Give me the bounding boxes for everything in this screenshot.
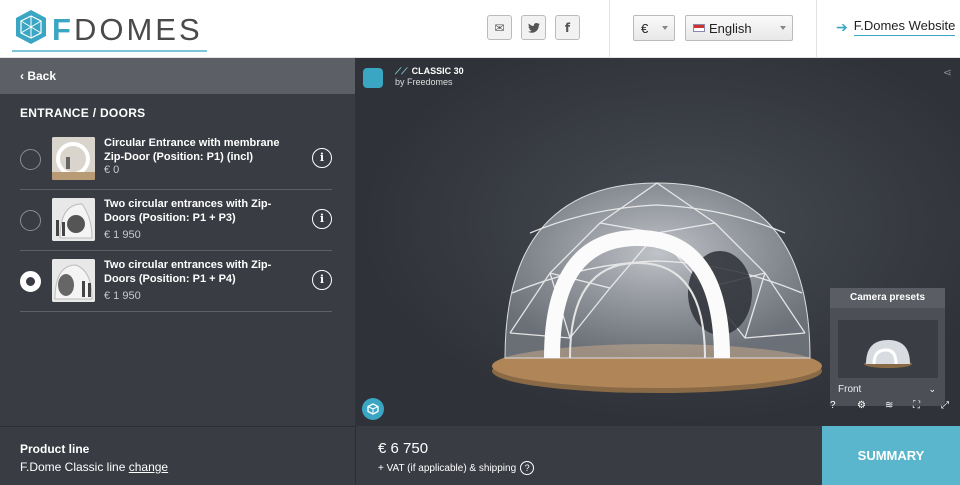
help-icon[interactable]: ? bbox=[830, 400, 836, 411]
chevron-down-icon bbox=[780, 26, 786, 30]
product-line-value: F.Dome Classic line change bbox=[20, 460, 169, 474]
radio-button[interactable] bbox=[20, 149, 41, 170]
section-title: ENTRANCE / DOORS bbox=[20, 106, 146, 120]
price-section: € 6 750 + VAT (if applicable) & shipping… bbox=[355, 426, 822, 485]
currency-value: € bbox=[641, 20, 649, 36]
website-link-label: F.Domes Website bbox=[853, 18, 956, 36]
email-icon[interactable]: ✉ bbox=[487, 15, 512, 40]
product-line-label: Product line bbox=[20, 442, 90, 456]
model-author[interactable]: by Freedomes bbox=[395, 77, 453, 87]
option-name: Circular Entrance with membrane Zip-Door… bbox=[104, 137, 280, 163]
model-title[interactable]: ⟋⟋ CLASSIC 30 bbox=[395, 66, 464, 77]
currency-select[interactable]: € bbox=[633, 15, 675, 41]
camera-presets-panel: Camera presets Front ⌄ bbox=[830, 288, 945, 406]
option-thumbnail bbox=[52, 198, 95, 241]
header-divider bbox=[609, 0, 610, 58]
dome-model bbox=[492, 182, 822, 393]
option-name: Two circular entrances with Zip-Doors (P… bbox=[104, 198, 272, 224]
summary-button[interactable]: SUMMARY bbox=[822, 426, 960, 485]
change-link[interactable]: change bbox=[129, 460, 168, 474]
uk-flag-icon bbox=[693, 24, 705, 32]
option-price: € 1 950 bbox=[104, 290, 141, 302]
brand-logo[interactable]: FDOMES bbox=[12, 8, 207, 52]
info-icon[interactable]: i bbox=[312, 270, 332, 290]
options-panel: ‹ Back ENTRANCE / DOORS Circular Entranc… bbox=[0, 58, 355, 426]
radio-button-selected[interactable] bbox=[20, 271, 41, 292]
option-thumbnail bbox=[52, 259, 95, 302]
back-button[interactable]: ‹ Back bbox=[0, 58, 355, 94]
logo-icon bbox=[16, 10, 46, 44]
camera-preset-select[interactable]: Front ⌄ bbox=[838, 384, 938, 400]
radio-button[interactable] bbox=[20, 210, 41, 231]
model-avatar-icon bbox=[363, 68, 383, 88]
option-price: € 0 bbox=[104, 164, 120, 176]
option-item[interactable]: Circular Entrance with membrane Zip-Door… bbox=[20, 130, 332, 190]
total-price: € 6 750 bbox=[378, 440, 429, 457]
option-name: Two circular entrances with Zip-Doors (P… bbox=[104, 259, 272, 285]
help-icon[interactable]: ? bbox=[520, 461, 535, 475]
header-divider bbox=[816, 0, 817, 58]
vr-icon[interactable]: ⛶ bbox=[913, 400, 920, 411]
option-price: € 1 950 bbox=[104, 229, 141, 241]
camera-preset-thumbnail[interactable] bbox=[838, 320, 938, 378]
chevron-down-icon: ⌄ bbox=[928, 384, 936, 394]
fullscreen-icon[interactable]: ⤢ bbox=[941, 400, 949, 411]
product-line-section: Product line F.Dome Classic line change bbox=[0, 426, 355, 485]
brand-name: FDOMES bbox=[52, 12, 203, 47]
sketchfab-icon: ⟋⟋ bbox=[395, 66, 408, 76]
option-item[interactable]: Two circular entrances with Zip-Doors (P… bbox=[20, 191, 332, 251]
settings-icon[interactable]: ⚙ bbox=[857, 400, 866, 411]
info-icon[interactable]: i bbox=[312, 148, 332, 168]
option-item[interactable]: Two circular entrances with Zip-Doors (P… bbox=[20, 252, 332, 312]
model-viewer[interactable]: ⟋⟋ CLASSIC 30 by Freedomes ⋖ Camera pres… bbox=[355, 58, 960, 426]
language-value: English bbox=[709, 20, 752, 36]
chevron-down-icon bbox=[662, 26, 668, 30]
sketchfab-logo-icon[interactable] bbox=[362, 398, 384, 420]
website-link[interactable]: ➔ F.Domes Website bbox=[836, 18, 956, 36]
language-select[interactable]: English bbox=[685, 15, 793, 41]
option-thumbnail bbox=[52, 137, 95, 180]
twitter-icon[interactable] bbox=[521, 15, 546, 40]
share-icon[interactable]: ⋖ bbox=[943, 66, 952, 79]
top-header: FDOMES ✉ f € English ➔ F.Domes Website bbox=[0, 0, 960, 58]
vat-note: + VAT (if applicable) & shipping ? bbox=[378, 461, 535, 475]
arrow-right-icon: ➔ bbox=[836, 18, 848, 35]
layers-icon[interactable]: ≋ bbox=[885, 400, 893, 411]
camera-presets-title: Camera presets bbox=[830, 288, 945, 308]
info-icon[interactable]: i bbox=[312, 209, 332, 229]
facebook-icon[interactable]: f bbox=[555, 15, 580, 40]
